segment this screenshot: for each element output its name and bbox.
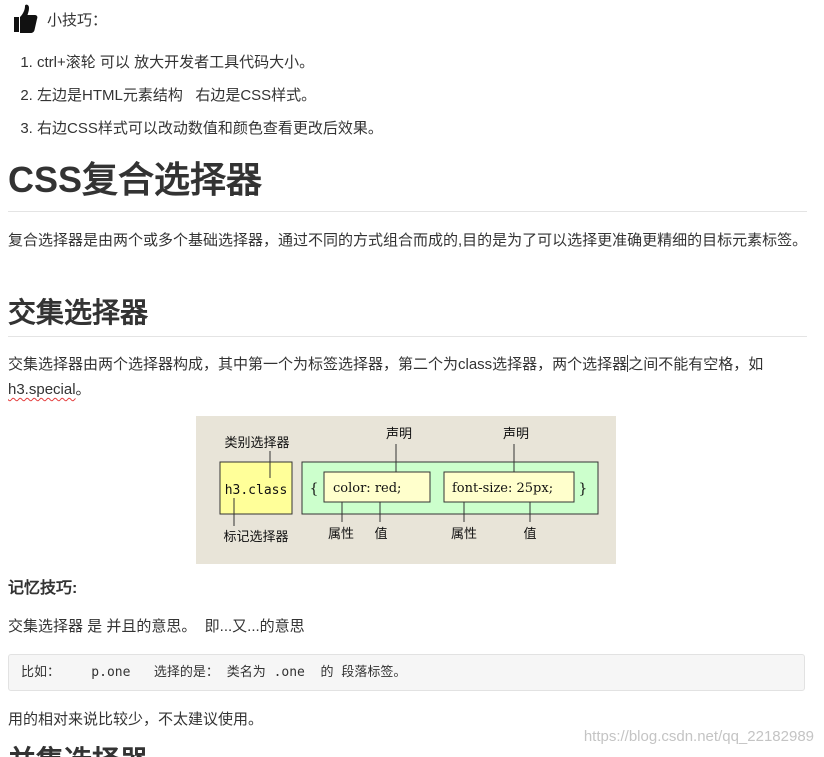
- property-label: 属性: [328, 527, 354, 542]
- list-item: 右边CSS样式可以改动数值和颜色查看更改后效果。: [37, 112, 383, 145]
- statement-label: 声明: [503, 427, 529, 442]
- tip-title: 小技巧：: [47, 11, 108, 29]
- description-end: 。: [75, 381, 91, 398]
- section-heading: 交集选择器: [8, 297, 149, 328]
- spellcheck-word: h3.special: [8, 381, 76, 398]
- declaration-text: color: red;: [333, 481, 401, 496]
- close-brace: }: [579, 481, 588, 497]
- section-divider: [8, 336, 807, 337]
- description-text: 之间不能有空格，如: [628, 356, 764, 373]
- class-selector-label: 类别选择器: [224, 436, 289, 451]
- value-label: 值: [523, 526, 536, 542]
- memo-title: 记忆技巧:: [8, 580, 78, 597]
- thumbs-up-icon: [14, 4, 38, 34]
- memo-text: 交集选择器 是 并且的意思。 即...又...的意思: [8, 618, 305, 635]
- page-title: CSS复合选择器: [8, 159, 263, 200]
- open-brace: {: [310, 481, 319, 497]
- intro-paragraph: 复合选择器是由两个或多个基础选择器，通过不同的方式组合而成的,目的是为了可以选择…: [8, 232, 808, 249]
- description-text: 交集选择器由两个选择器构成，其中第一个为标签选择器，第二个为class选择器，两…: [8, 356, 628, 373]
- article-page: 小技巧： ctrl+滚轮 可以 放大开发者工具代码大小。 左边是HTML元素结构…: [0, 0, 824, 757]
- selector-diagram: h3.class 类别选择器 标记选择器 { } color: red; fon…: [196, 416, 616, 564]
- tip-header: 小技巧：: [12, 4, 107, 34]
- next-section-heading: 并集选择器: [8, 742, 148, 757]
- watermark: https://blog.csdn.net/qq_22182989: [583, 728, 814, 745]
- selector-text: h3.class: [225, 483, 288, 498]
- title-divider: [8, 211, 807, 212]
- list-item: ctrl+滚轮 可以 放大开发者工具代码大小。: [37, 46, 383, 79]
- property-label: 属性: [451, 527, 477, 542]
- statement-label: 声明: [386, 427, 412, 442]
- intersection-paragraph: 交集选择器由两个选择器构成，其中第一个为标签选择器，第二个为class选择器，两…: [8, 352, 808, 402]
- code-block: 比如： p.one 选择的是： 类名为 .one 的 段落标签。: [8, 654, 805, 691]
- tips-list: ctrl+滚轮 可以 放大开发者工具代码大小。 左边是HTML元素结构 右边是C…: [0, 46, 383, 145]
- selector-diagram-graphic: h3.class 类别选择器 标记选择器 { } color: red; fon…: [219, 427, 599, 545]
- declaration-text: font-size: 25px;: [452, 481, 553, 496]
- tag-selector-label: 标记选择器: [223, 530, 288, 545]
- value-label: 值: [374, 526, 387, 542]
- list-item: 左边是HTML元素结构 右边是CSS样式。: [37, 79, 383, 112]
